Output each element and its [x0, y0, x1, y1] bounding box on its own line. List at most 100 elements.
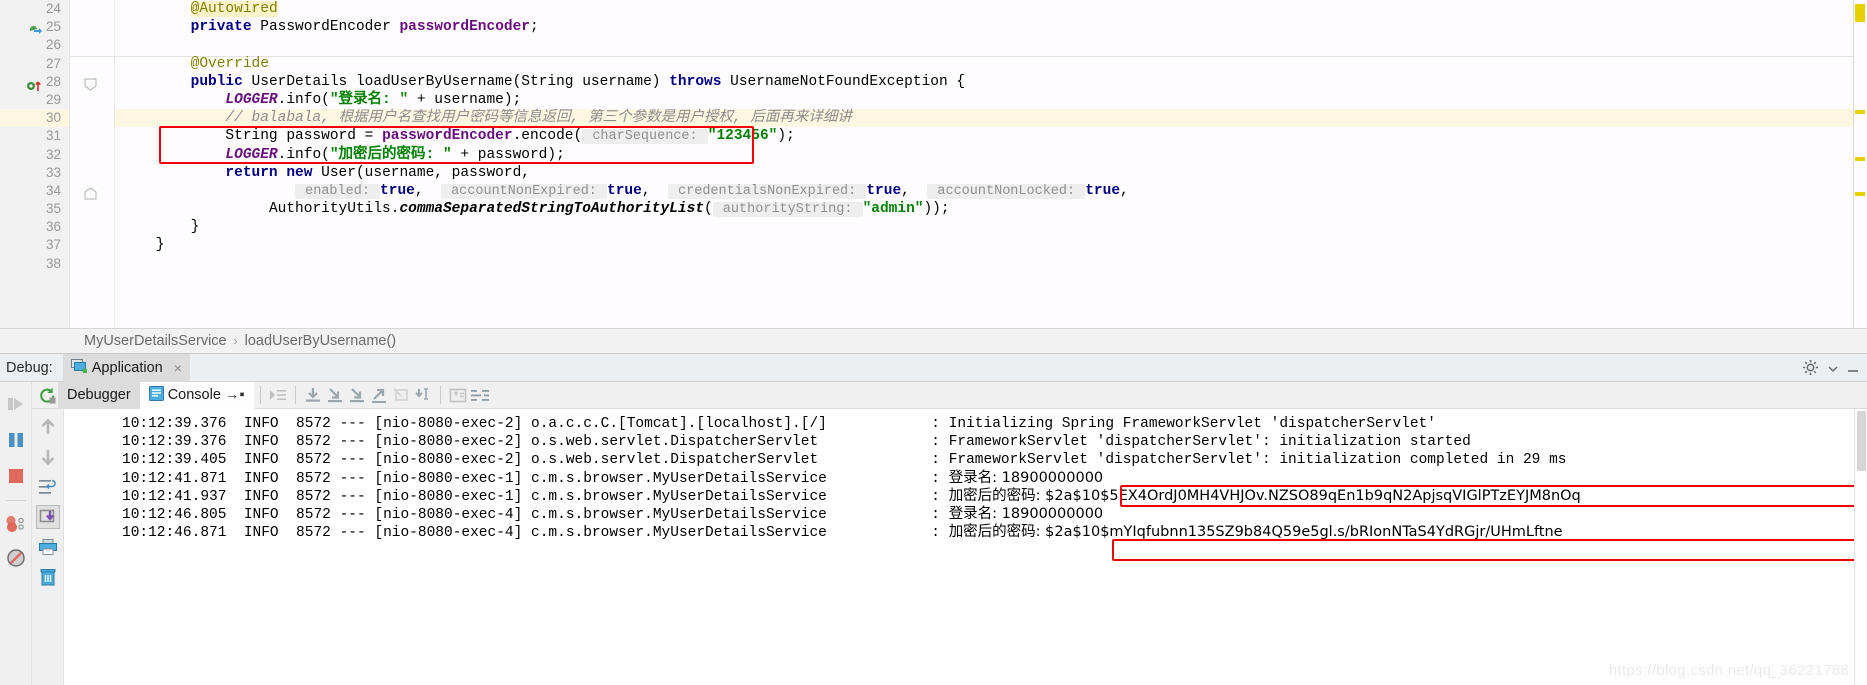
log-level: INFO: [226, 525, 297, 541]
debug-session-tab-application[interactable]: Application ×: [62, 353, 190, 382]
drop-frame-icon[interactable]: [390, 385, 412, 405]
stop-program-icon[interactable]: [4, 464, 28, 488]
code-token: public: [190, 73, 243, 90]
code-token: User(username, password,: [312, 164, 530, 181]
view-breakpoints-list-icon[interactable]: [469, 385, 491, 405]
code-fold-collapse-icon[interactable]: [84, 78, 97, 96]
code-token: @Override: [190, 55, 269, 72]
code-line[interactable]: }: [115, 236, 1867, 254]
code-line[interactable]: @Override: [115, 55, 1867, 73]
scroll-to-end-icon[interactable]: [35, 505, 60, 529]
console-log-line: 10:12:39.376 INFO 8572 --- [nio-8080-exe…: [64, 433, 1867, 451]
log-pid: 8572: [296, 489, 340, 505]
watermark-text: https://blog.csdn.net/qq_36221788: [1608, 662, 1849, 679]
code-token: accountNonLocked:: [927, 183, 1086, 199]
code-token: ,: [1120, 182, 1129, 199]
code-text-area[interactable]: @Autowired private PasswordEncoder passw…: [115, 0, 1867, 328]
tab-debugger[interactable]: Debugger: [58, 381, 140, 409]
code-line[interactable]: LOGGER.info("登录名: " + username);: [115, 91, 1867, 109]
log-thread: [nio-8080-exec-4]: [374, 525, 532, 541]
code-editor[interactable]: 24 25 26 27 28 29 30 31 32 33 34 35 36 37 38: [0, 0, 1867, 328]
log-colon: :: [931, 507, 949, 523]
log-thread: [nio-8080-exec-1]: [374, 471, 532, 487]
scroll-down-icon[interactable]: [36, 445, 60, 469]
force-step-into-icon[interactable]: [346, 385, 368, 405]
mute-breakpoints-icon[interactable]: [4, 546, 28, 570]
gutter-line-number: 24: [45, 1, 61, 16]
log-level: INFO: [226, 434, 297, 450]
code-line[interactable]: [115, 36, 1867, 54]
run-to-cursor-2-icon[interactable]: [412, 385, 434, 405]
gear-icon[interactable]: [1802, 359, 1819, 381]
log-timestamp: 10:12:46.805: [122, 507, 227, 523]
override-method-icon[interactable]: [26, 77, 42, 93]
code-token: .info(: [277, 91, 330, 108]
code-line[interactable]: public UserDetails loadUserByUsername(St…: [115, 73, 1867, 91]
run-to-cursor-icon[interactable]: [267, 385, 289, 405]
step-over-icon[interactable]: [302, 385, 324, 405]
code-line[interactable]: AuthorityUtils.commaSeparatedStringToAut…: [115, 200, 1867, 218]
gutter-line-number: 26: [45, 37, 61, 53]
code-line[interactable]: enabled: true, accountNonExpired: true, …: [115, 182, 1867, 200]
debug-tab-bar[interactable]: Debug: Application ×: [0, 353, 1867, 382]
clear-all-icon[interactable]: [36, 565, 60, 589]
editor-gutter[interactable]: 24 25 26 27 28 29 30 31 32 33 34 35 36 37 38: [0, 0, 70, 328]
log-message: FrameworkServlet 'dispatcherServlet': in…: [948, 452, 1567, 468]
breadcrumb-method[interactable]: loadUserByUsername(): [245, 333, 397, 349]
log-colon: :: [931, 525, 949, 541]
code-token: + password);: [451, 146, 565, 163]
code-line[interactable]: return new User(username, password,: [115, 164, 1867, 182]
code-line[interactable]: }: [115, 218, 1867, 236]
step-into-icon[interactable]: [324, 385, 346, 405]
code-token: credentialsNonExpired:: [667, 183, 867, 199]
code-token: "admin": [862, 201, 924, 218]
evaluate-expression-icon[interactable]: [447, 385, 469, 405]
log-timestamp: 10:12:39.376: [122, 416, 227, 432]
code-token: ,: [901, 182, 928, 199]
debug-tool-window[interactable]: Debug: Application × Debugger Console →▪…: [0, 353, 1867, 685]
code-token: true: [1085, 182, 1121, 199]
code-token: LOGGER: [225, 146, 278, 163]
resume-program-icon[interactable]: [4, 392, 28, 416]
code-line[interactable]: @Autowired: [115, 0, 1867, 18]
debug-control-rail[interactable]: [0, 382, 32, 685]
log-thread: [nio-8080-exec-2]: [374, 416, 532, 432]
console-scrollbar[interactable]: [1854, 409, 1867, 685]
editor-fold-strip[interactable]: [70, 0, 115, 328]
code-fold-end-icon[interactable]: [84, 187, 97, 205]
log-message: Initializing Spring FrameworkServlet 'di…: [948, 416, 1436, 432]
code-token: );: [777, 128, 795, 145]
console-scrollbar-thumb[interactable]: [1857, 411, 1866, 471]
code-line[interactable]: String password = passwordEncoder.encode…: [115, 127, 1867, 145]
code-line[interactable]: private PasswordEncoder passwordEncoder;: [115, 18, 1867, 36]
pause-program-icon[interactable]: [4, 428, 28, 452]
step-out-icon[interactable]: [368, 385, 390, 405]
editor-scrollbar-markers[interactable]: [1853, 0, 1867, 328]
log-message: 加密后的密码: $2a$10$mYIqfubnn135SZ9b84Q59e5gl…: [948, 524, 1563, 540]
console-side-rail[interactable]: [32, 409, 64, 685]
breadcrumb[interactable]: MyUserDetailsService › loadUserByUsernam…: [0, 328, 1867, 354]
soft-wrap-icon[interactable]: [36, 475, 60, 499]
scroll-up-icon[interactable]: [36, 415, 60, 439]
close-icon[interactable]: ×: [174, 360, 182, 376]
minimize-icon[interactable]: [1847, 361, 1859, 379]
debug-toolbar[interactable]: Debugger Console →▪: [32, 381, 1867, 409]
code-line[interactable]: // balabala, 根据用户名查找用户密码等信息返回, 第三个参数是用户授…: [115, 109, 1867, 128]
breadcrumb-class[interactable]: MyUserDetailsService: [84, 333, 227, 349]
code-line[interactable]: LOGGER.info("加密后的密码: " + password);: [115, 146, 1867, 164]
log-message: 登录名: 18900000000: [948, 506, 1104, 522]
view-breakpoints-icon[interactable]: [4, 512, 28, 536]
code-line[interactable]: [115, 255, 1867, 273]
bean-arrow-icon[interactable]: [28, 22, 44, 38]
tab-console[interactable]: Console →▪: [139, 381, 254, 409]
print-icon[interactable]: [36, 535, 60, 559]
console-output[interactable]: 10:12:39.376 INFO 8572 --- [nio-8080-exe…: [64, 409, 1867, 685]
chevron-down-icon[interactable]: [1828, 361, 1838, 379]
rerun-icon[interactable]: [36, 385, 58, 405]
